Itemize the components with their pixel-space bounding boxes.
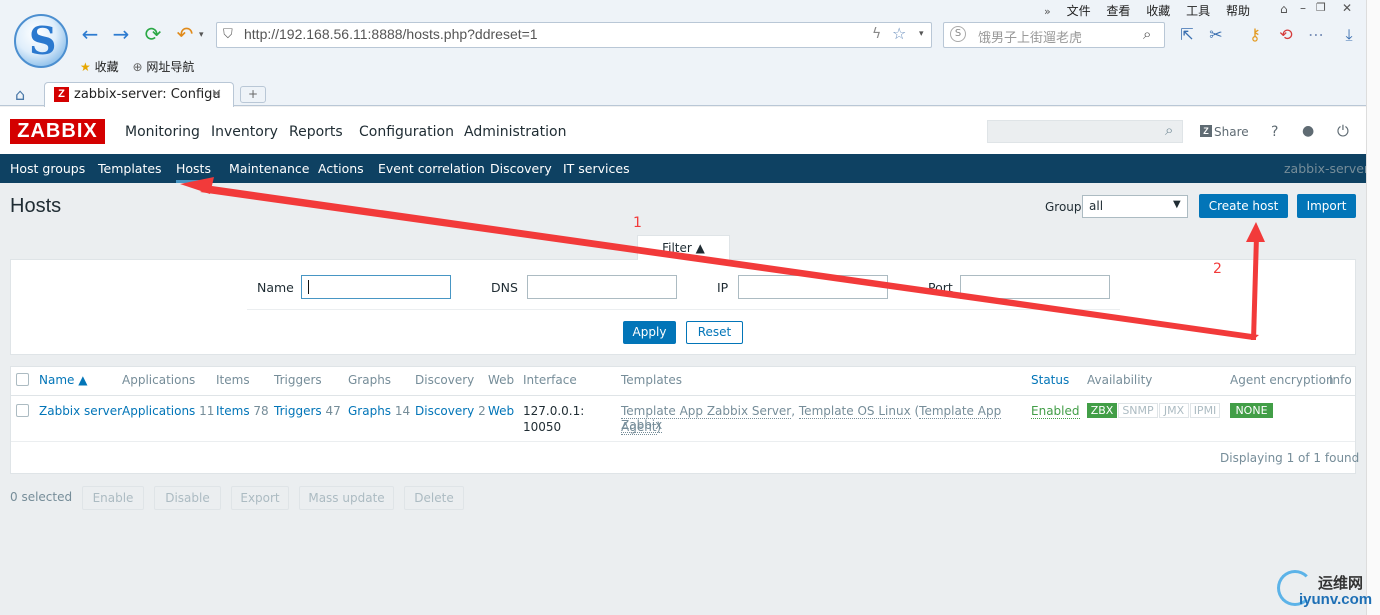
arrow-to-hosts — [200, 186, 1259, 340]
arrow-to-create-host — [1251, 236, 1259, 340]
watermark-url: iyunv.com — [1299, 591, 1373, 608]
annotation-overlay: 1 2 — [180, 177, 1265, 340]
annotation-label-1: 1 — [633, 215, 642, 231]
browser-side-strip — [1366, 0, 1380, 615]
watermark-text: 运维网 — [1318, 575, 1364, 592]
arrow-head-create — [1246, 222, 1265, 242]
annotation-label-2: 2 — [1213, 261, 1222, 277]
screenshot-root: S ← → ⟳ ↶ ▾ ⛉ http://192.168.56.11:8888/… — [0, 0, 1380, 615]
arrow-head-hosts — [180, 177, 214, 194]
